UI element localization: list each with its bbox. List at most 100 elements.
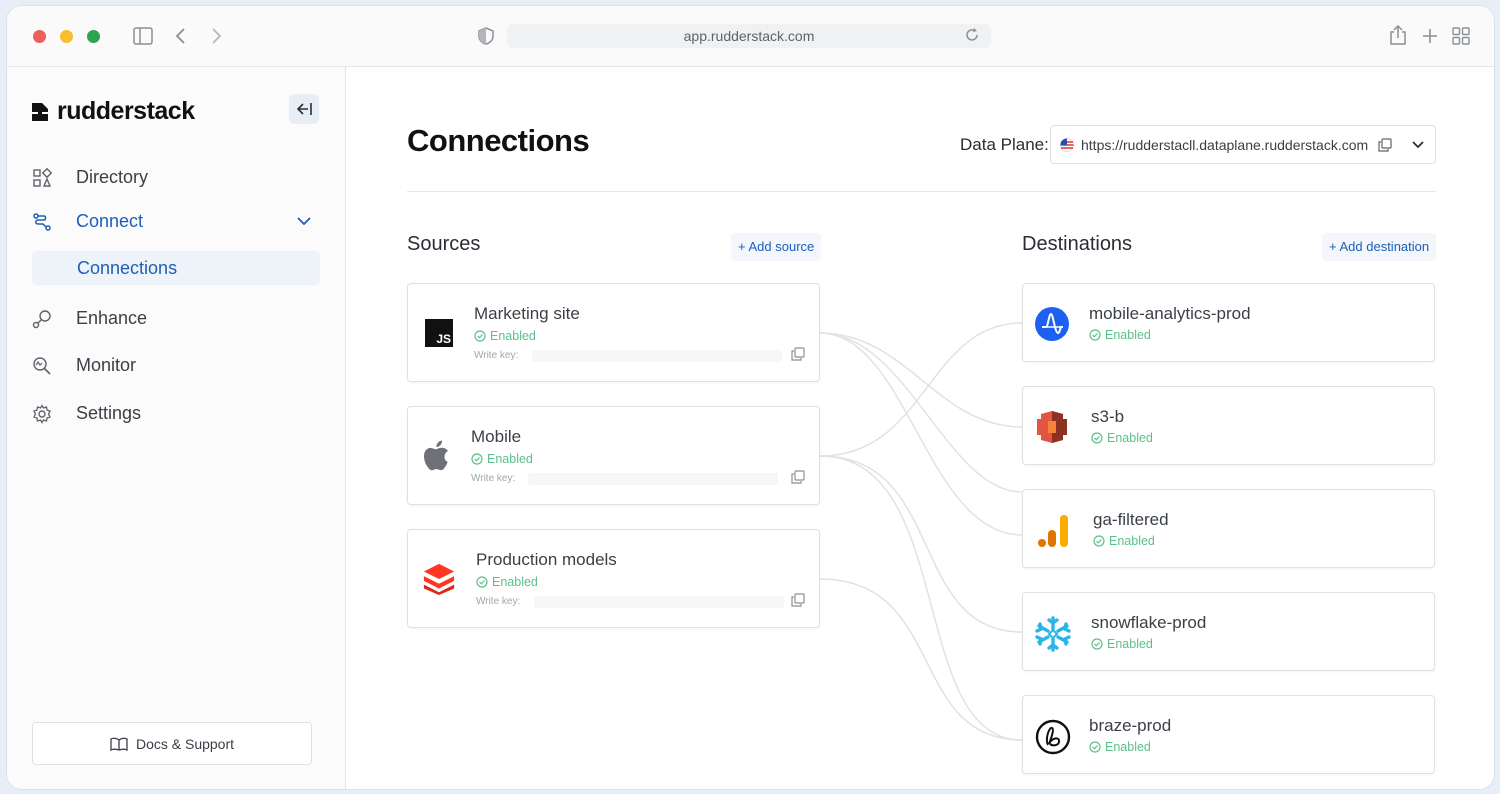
destination-name: snowflake-prod [1091, 613, 1207, 632]
connection-line [819, 332, 1023, 536]
destination-card[interactable]: ga-filtered Enabled [1022, 489, 1435, 568]
new-tab-icon[interactable] [1422, 28, 1438, 44]
rudderstack-logo-icon [32, 102, 48, 121]
write-key-value [534, 596, 784, 608]
google-analytics-icon [1033, 511, 1073, 551]
status-text: Enabled [487, 452, 533, 466]
rudderstack-logo[interactable]: rudderstack [31, 97, 195, 126]
amplitude-icon [1033, 305, 1071, 343]
address-bar[interactable]: app.rudderstack.com [507, 24, 991, 48]
copy-icon[interactable] [791, 470, 805, 484]
shield-icon [478, 27, 494, 45]
enhance-icon [32, 309, 51, 328]
add-destination-button[interactable]: + Add destination [1322, 233, 1437, 261]
data-plane-label: Data Plane: [960, 135, 1049, 154]
us-flag-icon [1060, 137, 1074, 152]
sidebar-item-label: Connect [76, 211, 144, 231]
source-name: Production models [476, 550, 617, 569]
status-badge: Enabled [471, 452, 533, 466]
source-card[interactable]: Mobile Enabled Write key: [407, 406, 820, 505]
sidebar-item-label: Directory [76, 167, 149, 187]
sidebar-item-label: Settings [76, 403, 142, 423]
destination-name: s3-b [1091, 407, 1125, 426]
status-badge: Enabled [474, 329, 536, 343]
add-source-button[interactable]: + Add source [731, 233, 822, 261]
close-window-button[interactable] [33, 30, 46, 43]
connection-line [819, 455, 1023, 741]
sidebar-toggle-icon[interactable] [133, 27, 153, 45]
sidebar: rudderstack Directory Connect Connection… [7, 67, 346, 789]
destination-card[interactable]: mobile-analytics-prod Enabled [1022, 283, 1435, 362]
status-badge: Enabled [1089, 740, 1151, 754]
sidebar-item-settings[interactable]: Settings [32, 403, 141, 424]
back-icon[interactable] [175, 27, 187, 45]
destinations-title: Destinations [1022, 233, 1133, 255]
write-key-label: Write key: [476, 596, 521, 607]
write-key-value [528, 473, 778, 485]
destination-name: braze-prod [1089, 716, 1172, 735]
sidebar-item-label: Monitor [76, 355, 137, 375]
connect-icon [33, 212, 51, 231]
apple-icon [418, 439, 452, 473]
sources-title: Sources [407, 233, 481, 255]
chevron-down-icon[interactable] [1412, 140, 1424, 149]
gear-icon [33, 403, 51, 424]
browser-toolbar: app.rudderstack.com [7, 6, 1494, 67]
copy-icon[interactable] [791, 593, 805, 607]
status-badge: Enabled [1091, 431, 1153, 445]
destination-name: ga-filtered [1093, 510, 1169, 529]
main-content: Connections Data Plane: https://rudderst… [347, 67, 1494, 789]
share-icon[interactable] [1389, 25, 1407, 45]
chevron-down-icon[interactable] [297, 217, 311, 226]
sidebar-item-monitor[interactable]: Monitor [32, 355, 136, 376]
snowflake-icon [1033, 614, 1073, 654]
docs-support-label: Docs & Support [135, 735, 235, 752]
source-name: Marketing site [474, 304, 580, 323]
data-plane-url: https://rudderstacll.dataplane.ruddersta… [1081, 136, 1369, 153]
forward-icon[interactable] [210, 27, 222, 45]
tab-overview-icon[interactable] [1452, 27, 1470, 45]
status-text: Enabled [490, 329, 536, 343]
directory-icon [33, 167, 52, 187]
databricks-icon [422, 562, 456, 596]
source-card[interactable]: JS Marketing site Enabled Write key: [407, 283, 820, 382]
check-circle-icon [1089, 741, 1101, 753]
data-plane-select[interactable]: https://rudderstacll.dataplane.ruddersta… [1050, 125, 1436, 164]
sidebar-item-connect[interactable]: Connect [32, 211, 143, 232]
copy-icon[interactable] [791, 347, 805, 361]
sidebar-subitem-connections[interactable]: Connections [32, 251, 320, 285]
braze-icon [1033, 717, 1073, 757]
source-name: Mobile [471, 427, 522, 446]
status-badge: Enabled [1091, 637, 1153, 651]
destination-card[interactable]: snowflake-prod Enabled [1022, 592, 1435, 671]
check-circle-icon [1089, 329, 1101, 341]
sidebar-item-directory[interactable]: Directory [32, 167, 148, 188]
collapse-icon [296, 103, 312, 115]
aws-s3-icon [1033, 408, 1071, 446]
connection-line [819, 455, 1023, 633]
collapse-sidebar-button[interactable] [289, 94, 319, 124]
check-circle-icon [1091, 432, 1103, 444]
write-key-label: Write key: [474, 350, 519, 361]
write-key-value [532, 350, 782, 362]
monitor-icon [33, 356, 51, 375]
javascript-icon: JS [422, 316, 456, 350]
source-card[interactable]: Production models Enabled Write key: [407, 529, 820, 628]
check-circle-icon [471, 453, 483, 465]
copy-icon[interactable] [1378, 137, 1392, 152]
logo-text: rudderstack [57, 97, 195, 125]
status-badge: Enabled [1089, 328, 1151, 342]
check-circle-icon [476, 576, 488, 588]
destination-card[interactable]: braze-prod Enabled [1022, 695, 1435, 774]
book-icon [110, 737, 128, 751]
maximize-window-button[interactable] [87, 30, 100, 43]
minimize-window-button[interactable] [60, 30, 73, 43]
docs-support-button[interactable]: Docs & Support [32, 722, 312, 765]
status-text: Enabled [1105, 740, 1151, 754]
destination-card[interactable]: s3-b Enabled [1022, 386, 1435, 465]
sidebar-item-label: Enhance [76, 308, 148, 328]
reload-icon[interactable] [965, 28, 979, 42]
status-text: Enabled [1107, 431, 1153, 445]
status-text: Enabled [1109, 534, 1155, 548]
sidebar-item-enhance[interactable]: Enhance [32, 308, 147, 329]
